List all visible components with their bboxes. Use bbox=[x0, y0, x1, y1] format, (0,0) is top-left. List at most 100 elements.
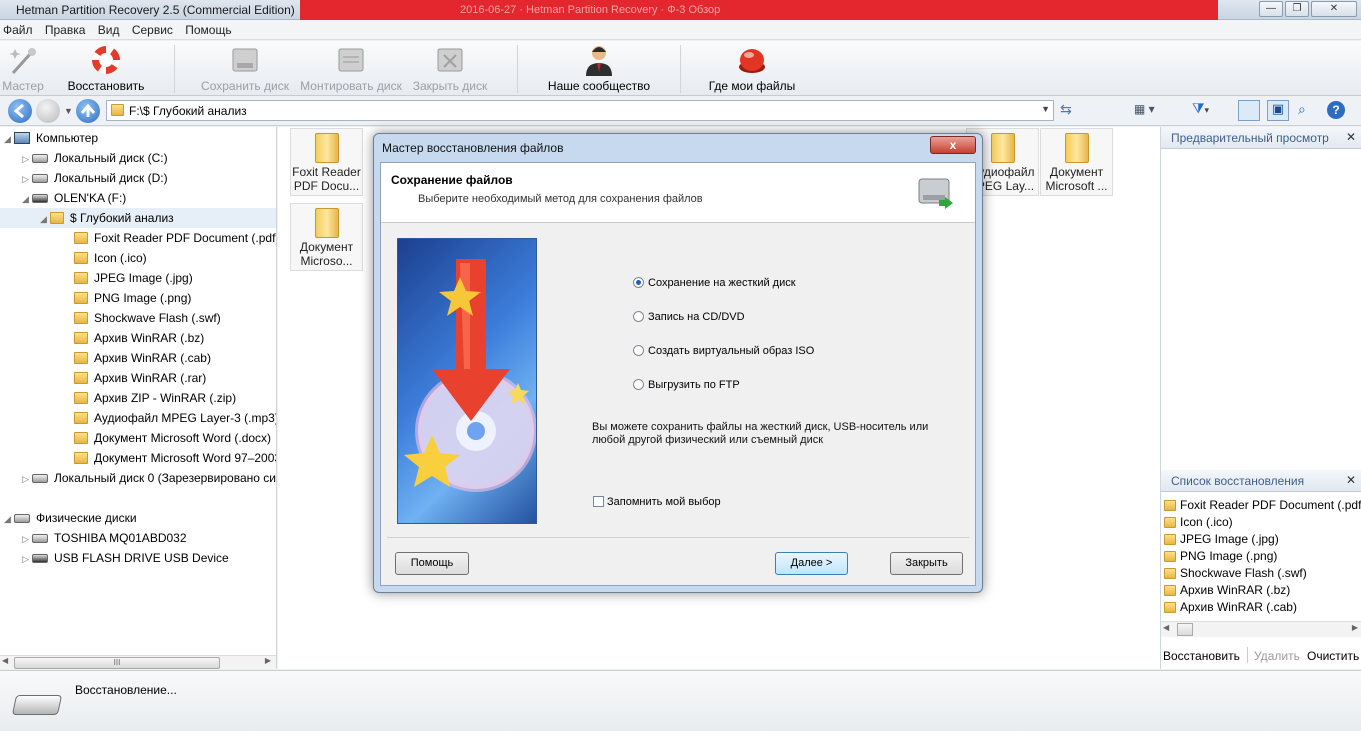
list-item[interactable]: Icon (.ico) bbox=[1161, 514, 1361, 531]
next-button[interactable]: Далее > bbox=[775, 552, 848, 575]
expand-arrow-icon[interactable]: ▷ bbox=[22, 529, 32, 549]
remember-choice-checkbox[interactable]: Запомнить мой выбор bbox=[593, 496, 721, 508]
list-item[interactable]: Foxit Reader PDF Document (.pdf) bbox=[1161, 497, 1361, 514]
option-ftp[interactable]: Выгрузить по FTP bbox=[633, 379, 740, 391]
recovery-list-scrollbar[interactable]: ◀ ▶ bbox=[1161, 621, 1361, 637]
tree-item-computer[interactable]: ◢ Компьютер bbox=[4, 128, 98, 148]
collapse-arrow-icon[interactable]: ◢ bbox=[4, 129, 14, 149]
minimize-button[interactable]: — bbox=[1259, 1, 1283, 17]
collapse-arrow-icon[interactable]: ◢ bbox=[22, 189, 32, 209]
hard-disk-icon bbox=[918, 178, 953, 209]
dialog-close-button[interactable]: x bbox=[930, 136, 976, 154]
scrollbar-thumb[interactable]: III bbox=[14, 657, 220, 669]
expand-arrow-icon[interactable]: ▷ bbox=[22, 149, 32, 169]
tree-folder[interactable]: Icon (.ico) bbox=[74, 248, 147, 268]
file-tile[interactable]: Документ Microso... bbox=[290, 203, 363, 271]
list-item[interactable]: PNG Image (.png) bbox=[1161, 548, 1361, 565]
tree-folder[interactable]: Документ Microsoft Word 97–2003 bbox=[74, 448, 276, 468]
preview-toggle-icon[interactable] bbox=[1238, 100, 1260, 121]
tree-folder[interactable]: Архив WinRAR (.cab) bbox=[74, 348, 211, 368]
close-disk-button[interactable]: Закрыть диск bbox=[408, 41, 492, 96]
tree-item-disk0[interactable]: ▷ Локальный диск 0 (Зарезервировано си bbox=[22, 468, 276, 488]
restore-button[interactable]: Восстановить bbox=[62, 41, 150, 96]
filter-icon[interactable]: ⧩▾ bbox=[1192, 100, 1209, 117]
tree-folder[interactable]: PNG Image (.png) bbox=[74, 288, 191, 308]
list-item[interactable]: Архив WinRAR (.cab) bbox=[1161, 599, 1361, 616]
up-button[interactable] bbox=[76, 99, 100, 123]
tree-folder[interactable]: Аудиофайл MPEG Layer-3 (.mp3) bbox=[74, 408, 276, 428]
history-dropdown-icon[interactable]: ▼ bbox=[64, 106, 73, 116]
address-path: F:\$ Глубокий анализ bbox=[129, 104, 247, 118]
tree-horizontal-scrollbar[interactable]: ◀ III ▶ bbox=[0, 655, 276, 669]
collapse-arrow-icon[interactable]: ◢ bbox=[40, 209, 50, 229]
tree-item-disk-f[interactable]: ◢ OLEN'KA (F:) bbox=[22, 188, 126, 208]
option-iso-image[interactable]: Создать виртуальный образ ISO bbox=[633, 345, 814, 357]
tree-item-disk-c[interactable]: ▷ Локальный диск (C:) bbox=[22, 148, 168, 168]
restore-list-button[interactable]: Восстановить bbox=[1163, 649, 1240, 663]
close-window-button[interactable]: ✕ bbox=[1311, 1, 1357, 17]
tree-item-disk-d[interactable]: ▷ Локальный диск (D:) bbox=[22, 168, 168, 188]
close-dialog-button[interactable]: Закрыть bbox=[890, 552, 963, 575]
maximize-button[interactable]: ❐ bbox=[1285, 1, 1309, 17]
wizard-button[interactable]: Мастер bbox=[0, 41, 46, 96]
menu-edit[interactable]: Правка bbox=[42, 20, 92, 37]
scroll-left-icon[interactable]: ◀ bbox=[2, 656, 8, 665]
tree-folder[interactable]: JPEG Image (.jpg) bbox=[74, 268, 193, 288]
expand-arrow-icon[interactable]: ▷ bbox=[22, 169, 32, 189]
menu-file[interactable]: Файл bbox=[0, 20, 39, 37]
address-bar[interactable]: F:\$ Глубокий анализ ▼ bbox=[106, 100, 1054, 121]
back-button[interactable] bbox=[8, 99, 32, 123]
list-item[interactable]: Архив WinRAR (.bz) bbox=[1161, 582, 1361, 599]
menu-view[interactable]: Вид bbox=[95, 20, 126, 37]
menu-help[interactable]: Помощь bbox=[182, 20, 237, 37]
view-mode-icon[interactable]: ▦ ▾ bbox=[1134, 102, 1155, 116]
tree-folder[interactable]: Shockwave Flash (.swf) bbox=[74, 308, 221, 328]
help-button[interactable]: Помощь bbox=[395, 552, 469, 575]
scroll-left-icon[interactable]: ◀ bbox=[1163, 623, 1169, 632]
scroll-right-icon[interactable]: ▶ bbox=[1352, 623, 1358, 632]
save-list-icon[interactable]: ▣ bbox=[1267, 100, 1289, 121]
close-recovery-list-icon[interactable]: ✕ bbox=[1346, 473, 1356, 487]
red-overlay-text: 2016-06-27 · Hetman Partition Recovery ·… bbox=[460, 4, 721, 16]
option-description: Вы можете сохранить файлы на жесткий дис… bbox=[592, 421, 929, 446]
address-dropdown-icon[interactable]: ▼ bbox=[1041, 104, 1050, 114]
delete-button[interactable]: Удалить bbox=[1254, 649, 1300, 663]
mount-disk-button[interactable]: Монтировать диск bbox=[298, 41, 404, 96]
tree-item-toshiba[interactable]: ▷ TOSHIBA MQ01ABD032 bbox=[22, 528, 187, 548]
search-icon[interactable]: ⌕ bbox=[1298, 101, 1306, 118]
where-files-button[interactable]: Где мои файлы bbox=[700, 41, 804, 96]
expand-arrow-icon[interactable]: ▷ bbox=[22, 469, 32, 489]
tree-folder[interactable]: Документ Microsoft Word (.docx) bbox=[74, 428, 271, 448]
list-item[interactable]: JPEG Image (.jpg) bbox=[1161, 531, 1361, 548]
file-tile[interactable]: Foxit Reader PDF Docu... bbox=[290, 128, 363, 196]
window-title: Hetman Partition Recovery 2.5 (Commercia… bbox=[16, 3, 295, 17]
collapse-arrow-icon[interactable]: ◢ bbox=[4, 509, 14, 529]
preview-title: Предварительный просмотр bbox=[1171, 131, 1329, 145]
drive-icon bbox=[32, 154, 48, 163]
tree-folder[interactable]: Архив ZIP - WinRAR (.zip) bbox=[74, 388, 236, 408]
tree-folder[interactable]: Foxit Reader PDF Document (.pdf) bbox=[74, 228, 276, 248]
scroll-right-icon[interactable]: ▶ bbox=[265, 656, 271, 665]
community-button[interactable]: Наше сообщество bbox=[540, 41, 658, 96]
right-pane: Предварительный просмотр ✕ Список восста… bbox=[1160, 127, 1361, 669]
close-preview-icon[interactable]: ✕ bbox=[1346, 130, 1356, 144]
expand-arrow-icon[interactable]: ▷ bbox=[22, 549, 32, 569]
tree-item-deep-analysis[interactable]: ◢ $ Глубокий анализ bbox=[0, 208, 276, 229]
refresh-icon[interactable]: ⇆ bbox=[1060, 101, 1072, 118]
option-cd-dvd[interactable]: Запись на CD/DVD bbox=[633, 311, 745, 323]
menu-service[interactable]: Сервис bbox=[129, 20, 179, 37]
tree-item-physical-disks[interactable]: ◢ Физические диски bbox=[4, 508, 137, 528]
option-hard-disk[interactable]: Сохранение на жесткий диск bbox=[633, 277, 796, 289]
tree-item-usb[interactable]: ▷ USB FLASH DRIVE USB Device bbox=[22, 548, 229, 568]
tree-folder[interactable]: Архив WinRAR (.rar) bbox=[74, 368, 206, 388]
scrollbar-thumb[interactable] bbox=[1177, 623, 1193, 636]
help-icon[interactable]: ? bbox=[1327, 101, 1345, 119]
clear-button[interactable]: Очистить с bbox=[1307, 649, 1361, 663]
tree-folder[interactable]: Архив WinRAR (.bz) bbox=[74, 328, 204, 348]
address-row: ▼ F:\$ Глубокий анализ ▼ ⇆ ▦ ▾ ⧩▾ ▣ ⌕ ? bbox=[0, 97, 1361, 126]
save-disk-button[interactable]: Сохранить диск bbox=[196, 41, 294, 96]
drive-icon bbox=[14, 514, 30, 523]
list-item[interactable]: Shockwave Flash (.swf) bbox=[1161, 565, 1361, 582]
forward-button[interactable] bbox=[36, 99, 60, 123]
file-tile[interactable]: Документ Microsoft ... bbox=[1040, 128, 1113, 196]
